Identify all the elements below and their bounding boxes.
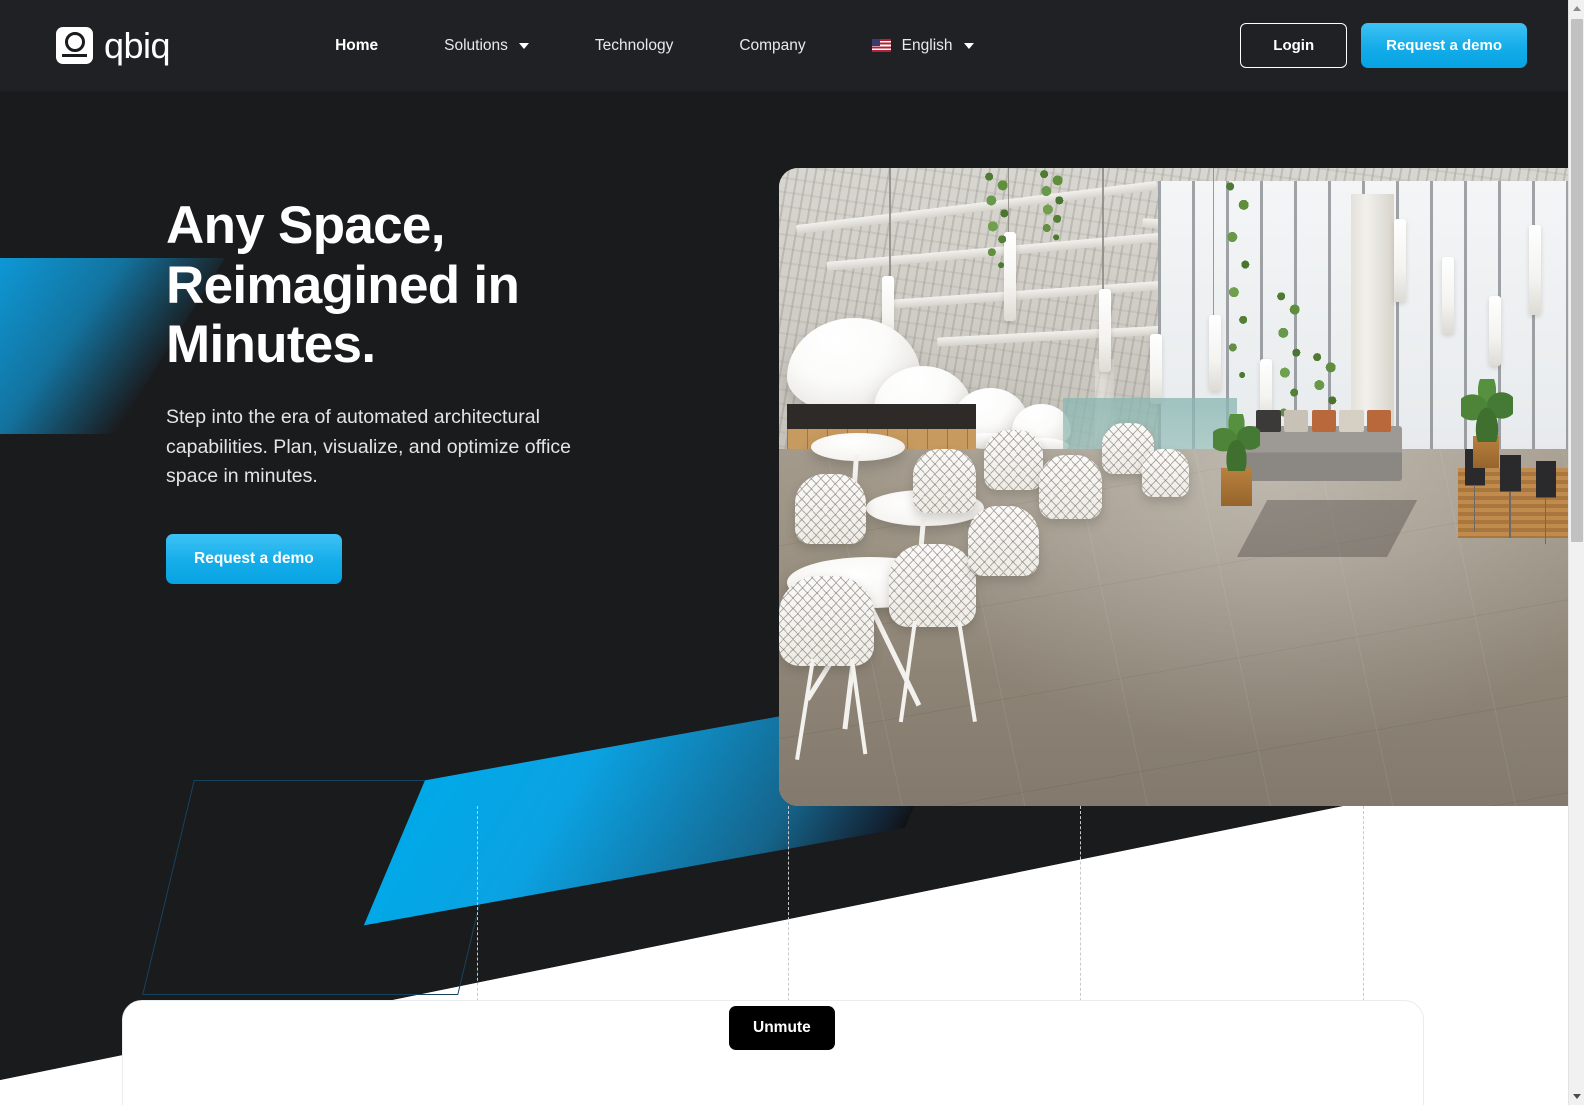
image-tube-light <box>1441 257 1454 334</box>
header-request-demo-button[interactable]: Request a demo <box>1361 23 1527 68</box>
image-chair <box>913 448 977 513</box>
chevron-down-icon <box>518 42 529 49</box>
header-actions: Login Request a demo <box>1240 23 1527 68</box>
image-bar-stool <box>1535 461 1557 545</box>
image-planter <box>1220 467 1253 507</box>
nav-label: Company <box>739 36 806 54</box>
image-rug <box>1237 499 1418 558</box>
image-chair <box>779 576 874 666</box>
layout-guide-line <box>477 806 478 1006</box>
image-tube-light <box>1209 314 1221 392</box>
nav-label: Technology <box>594 36 674 54</box>
image-chair <box>968 506 1040 577</box>
qbiq-circle-mark-icon <box>56 27 93 64</box>
image-chair <box>794 474 866 545</box>
hero-office-image <box>779 168 1568 806</box>
nav-item-company[interactable]: Company <box>706 31 838 61</box>
vertical-scrollbar[interactable] <box>1568 0 1584 1105</box>
image-hanging-plant <box>1224 168 1251 398</box>
language-label: English <box>901 36 953 54</box>
image-chair <box>984 429 1044 491</box>
site-header: qbiq Home Solutions Technology Company E… <box>0 0 1568 91</box>
image-potted-plant <box>1461 378 1513 443</box>
nav-item-solutions[interactable]: Solutions <box>411 31 562 61</box>
scrollbar-thumb[interactable] <box>1571 19 1583 542</box>
image-tube-light <box>1489 295 1502 366</box>
unmute-button[interactable]: Unmute <box>729 1006 835 1050</box>
nav-item-home[interactable]: Home <box>302 31 411 61</box>
image-sofa <box>1244 426 1403 481</box>
nav-label: Home <box>335 36 379 54</box>
brand-name: qbiq <box>104 24 171 66</box>
image-bar-stool <box>1500 455 1521 539</box>
image-potted-plant <box>1212 413 1261 472</box>
hero-subtitle: Step into the era of automated architect… <box>166 405 572 488</box>
image-hanging-plant <box>984 168 1011 277</box>
image-hanging-plant <box>1039 168 1066 245</box>
main-navigation: Home Solutions Technology Company Englis… <box>302 31 1006 61</box>
layout-guide-line <box>788 806 789 1006</box>
hero-request-demo-button[interactable]: Request a demo <box>166 533 342 584</box>
hero-title: Any Space, Reimagined in Minutes. <box>166 196 520 375</box>
page-canvas: qbiq Home Solutions Technology Company E… <box>0 0 1568 1105</box>
nav-label: Solutions <box>444 36 508 54</box>
image-tube-light <box>1394 219 1407 302</box>
login-button[interactable]: Login <box>1240 23 1348 68</box>
layout-guide-line <box>1363 806 1364 1006</box>
layout-guide-line <box>1080 806 1081 1006</box>
image-tube-light <box>1528 225 1541 315</box>
image-chair <box>1141 448 1190 497</box>
brand-logo[interactable]: qbiq <box>56 24 171 66</box>
image-chair <box>1039 455 1103 519</box>
hero-content: Any Space, Reimagined in Minutes. Step i… <box>166 196 786 584</box>
language-selector[interactable]: English <box>839 31 1007 61</box>
nav-item-technology[interactable]: Technology <box>562 31 706 61</box>
image-tube-light <box>1149 333 1162 405</box>
image-chair <box>889 544 977 628</box>
image-tube-light <box>1098 289 1111 373</box>
us-flag-icon <box>871 39 891 52</box>
scroll-down-arrow-icon[interactable] <box>1569 1088 1584 1105</box>
chevron-down-icon <box>963 42 974 49</box>
scroll-up-arrow-icon[interactable] <box>1569 0 1584 17</box>
